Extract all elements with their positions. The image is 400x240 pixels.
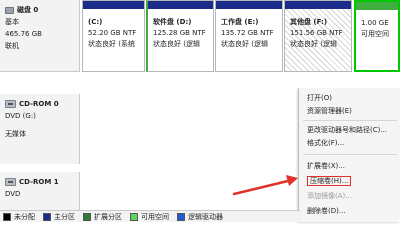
hard-disk-icon: [5, 6, 14, 14]
cdrom-0-name: CD-ROM 0: [19, 100, 59, 108]
partition-status: 状态良好 (系统: [88, 40, 135, 48]
partition-e[interactable]: 工作盘 (E:) 135.72 GB NTF 状态良好 (逻辑: [215, 0, 283, 72]
cdrom-0-type: DVD (G:): [5, 112, 36, 120]
legend-label: 扩展分区: [94, 212, 122, 221]
partition-d[interactable]: 软件盘 (D:) 125.28 GB NTF 状态良好 (逻辑: [146, 0, 214, 72]
menu-item-open[interactable]: 打开(O): [299, 92, 400, 104]
menu-item-label: 添加镜像(A)...: [307, 192, 352, 200]
disk-0-label[interactable]: 磁盘 0 基本 465.76 GB 联机: [0, 0, 80, 72]
legend-swatch-unallocated: [3, 212, 11, 221]
cdrom-icon: [5, 100, 16, 108]
cdrom-1-name: CD-ROM 1: [19, 178, 59, 186]
partition-title: 工作盘 (E:): [221, 18, 259, 26]
disk-0-row[interactable]: 磁盘 0 基本 465.76 GB 联机 (C:) 52.20 GB NTF 状…: [0, 0, 400, 72]
cdrom-0-status: 无媒体: [5, 130, 26, 138]
cdrom-1-label[interactable]: CD-ROM 1 DVD: [0, 172, 80, 210]
menu-item-label: 压缩卷(H)...: [307, 176, 352, 186]
partition-status: 可用空间: [361, 30, 389, 38]
menu-item-label: 扩展卷(X)...: [307, 162, 345, 170]
partition-bar: [285, 1, 351, 9]
partition-status: 状态良好 (逻辑: [153, 40, 200, 48]
partition-size: 52.20 GB NTF: [88, 29, 137, 37]
partition-title: (C:): [88, 18, 103, 26]
disk-0-name-line: 磁盘 0: [5, 4, 79, 16]
disk-0-type: 基本: [5, 18, 19, 26]
menu-item-label: 格式化(F)...: [307, 139, 345, 147]
menu-item-label: 更改驱动器号和路径(C)...: [307, 126, 388, 134]
menu-item-delete-volume[interactable]: 删除卷(D)...: [299, 205, 400, 217]
cdrom-icon: [5, 178, 16, 186]
partition-size: 135.72 GB NTF: [221, 29, 274, 37]
partition-size: 151.56 GB NTF: [290, 29, 343, 37]
partition-size: 1.00 GE: [361, 19, 389, 27]
partition-title: 软件盘 (D:): [153, 18, 192, 26]
partition-status: 状态良好 (逻辑: [290, 40, 337, 48]
partition-bar: [356, 2, 398, 10]
free-space-partition[interactable]: 1.00 GE 可用空间: [354, 0, 400, 72]
legend-label: 主分区: [54, 212, 75, 221]
menu-separator: [303, 154, 397, 155]
cdrom-1-type: DVD: [5, 190, 21, 198]
partition-status: 状态良好 (逻辑: [221, 40, 268, 48]
menu-item-explorer[interactable]: 资源管理器(E): [299, 105, 400, 117]
partition-bar: [83, 1, 144, 9]
context-menu: 打开(O) 资源管理器(E) 更改驱动器号和路径(C)... 格式化(F)...…: [298, 88, 400, 222]
partition-f-selected[interactable]: 其他盘 (F:) 151.56 GB NTF 状态良好 (逻辑: [284, 0, 352, 72]
legend-label: 可用空间: [141, 212, 169, 221]
legend-swatch-logical: [177, 212, 185, 221]
partition-bar: [148, 1, 213, 9]
legend-bar: 未分配 主分区 扩展分区 可用空间 逻辑驱动器: [0, 210, 300, 222]
legend-label: 逻辑驱动器: [188, 212, 223, 221]
cdrom-1-name-line: CD-ROM 1: [5, 176, 79, 188]
legend-swatch-primary: [43, 212, 51, 221]
menu-item-label: 打开(O): [307, 94, 332, 102]
menu-item-extend-volume[interactable]: 扩展卷(X)...: [299, 160, 400, 172]
cdrom-0-name-line: CD-ROM 0: [5, 98, 79, 110]
menu-separator: [303, 120, 397, 121]
legend-label: 未分配: [14, 212, 35, 221]
menu-item-label: 删除卷(D)...: [307, 207, 346, 215]
red-arrow-icon: [232, 175, 298, 196]
partition-bar: [216, 1, 282, 9]
disk-0-partitions: (C:) 52.20 GB NTF 状态良好 (系统 软件盘 (D:) 125.…: [82, 0, 400, 72]
disk-0-name: 磁盘 0: [17, 6, 39, 14]
partition-size: 125.28 GB NTF: [153, 29, 206, 37]
menu-item-shrink-volume[interactable]: 压缩卷(H)...: [299, 175, 400, 187]
menu-item-change-drive-letter[interactable]: 更改驱动器号和路径(C)...: [299, 124, 400, 136]
menu-item-label: 资源管理器(E): [307, 107, 352, 115]
partition-title: 其他盘 (F:): [290, 18, 328, 26]
menu-item-add-mirror: 添加镜像(A)...: [299, 190, 400, 202]
partition-c[interactable]: (C:) 52.20 GB NTF 状态良好 (系统: [82, 0, 145, 72]
legend-swatch-extended: [83, 212, 91, 221]
disk-0-size: 465.76 GB: [5, 30, 42, 38]
menu-item-format[interactable]: 格式化(F)...: [299, 137, 400, 149]
legend-swatch-free: [130, 212, 138, 221]
cdrom-0-label[interactable]: CD-ROM 0 DVD (G:) 无媒体: [0, 94, 80, 164]
disk-0-status: 联机: [5, 42, 19, 50]
